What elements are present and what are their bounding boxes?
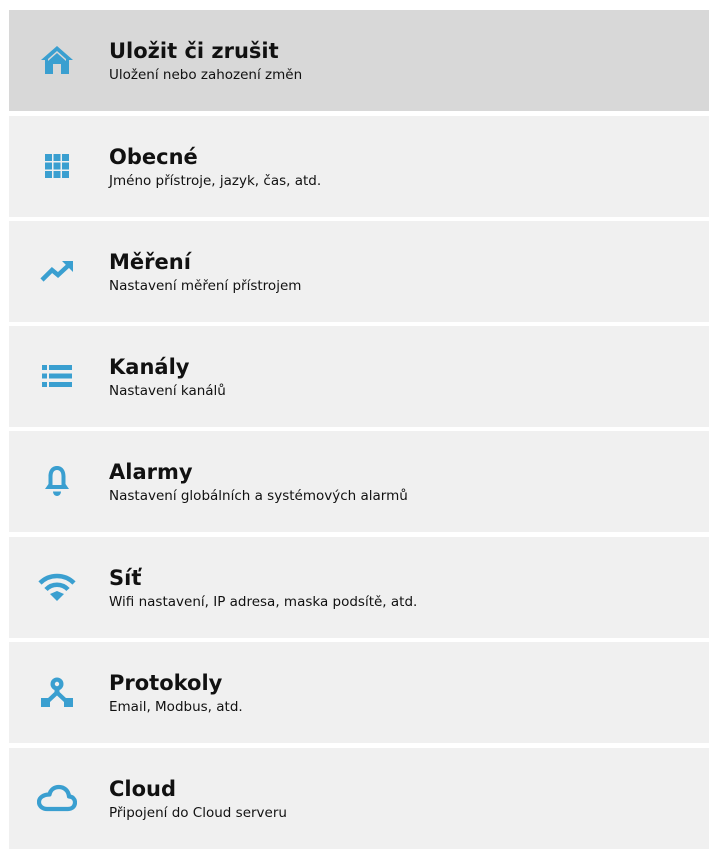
cloud-icon [37,778,77,818]
menu-item-subtitle: Nastavení kanálů [109,383,226,399]
menu-item-alarms[interactable]: Alarmy Nastavení globálních a systémovýc… [9,431,709,532]
home-icon [37,40,77,80]
menu-item-subtitle: Nastavení globálních a systémových alarm… [109,488,408,504]
menu-item-channels[interactable]: Kanály Nastavení kanálů [9,326,709,427]
menu-item-title: Cloud [109,777,177,801]
menu-item-subtitle: Připojení do Cloud serveru [109,805,287,821]
network-icon [37,672,77,712]
menu-item-title: Uložit či zrušit [109,39,279,63]
menu-item-subtitle: Email, Modbus, atd. [109,699,243,715]
menu-item-general[interactable]: Obecné Jméno přístroje, jazyk, čas, atd. [9,116,709,217]
menu-item-title: Síť [109,566,142,590]
menu-item-save-or-cancel[interactable]: Uložit či zrušit Uložení nebo zahození z… [9,10,709,111]
menu-item-cloud[interactable]: Cloud Připojení do Cloud serveru [9,748,709,849]
menu-item-network[interactable]: Síť Wifi nastavení, IP adresa, maska pod… [9,537,709,638]
menu-item-title: Kanály [109,355,190,379]
menu-item-measurement[interactable]: Měření Nastavení měření přístrojem [9,221,709,322]
menu-item-protocols[interactable]: Protokoly Email, Modbus, atd. [9,642,709,743]
bell-icon [37,461,77,501]
list-icon [37,356,77,396]
grid-icon [37,146,77,186]
wifi-icon [37,567,77,607]
menu-item-title: Alarmy [109,460,193,484]
menu-item-subtitle: Nastavení měření přístrojem [109,278,302,294]
menu-item-title: Protokoly [109,671,223,695]
menu-item-title: Obecné [109,145,198,169]
menu-item-subtitle: Jméno přístroje, jazyk, čas, atd. [109,173,322,189]
menu-item-title: Měření [109,250,191,274]
menu-item-subtitle: Wifi nastavení, IP adresa, maska podsítě… [109,594,418,610]
settings-menu: Uložit či zrušit Uložení nebo zahození z… [0,0,709,849]
trending-up-icon [37,251,77,291]
menu-item-subtitle: Uložení nebo zahození změn [109,67,303,83]
